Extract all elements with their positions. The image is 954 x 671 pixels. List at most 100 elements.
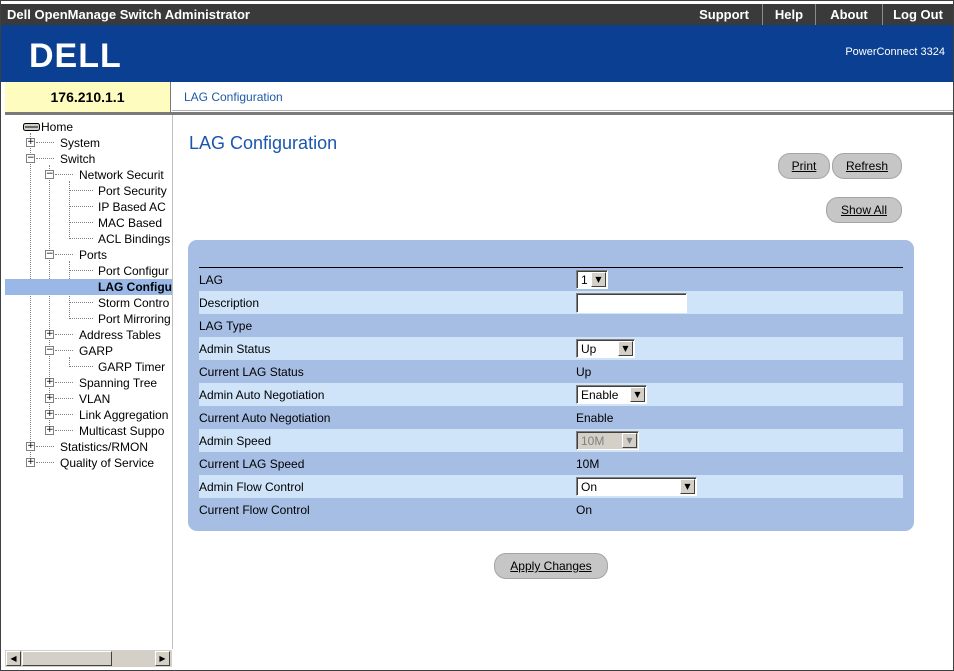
- title-bar: Dell OpenManage Switch Administrator Sup…: [1, 4, 953, 25]
- plus-box-icon[interactable]: +: [26, 442, 35, 451]
- apply-changes-button[interactable]: Apply Changes: [494, 553, 608, 579]
- admin-status-select[interactable]: Up ▼: [576, 339, 635, 358]
- plus-box-icon[interactable]: +: [45, 394, 54, 403]
- tree-branch: [69, 366, 93, 367]
- row-current-lag-status: Current LAG Status Up: [199, 360, 903, 383]
- plus-box-icon[interactable]: +: [26, 458, 35, 467]
- plus-box-icon[interactable]: +: [45, 378, 54, 387]
- show-all-button[interactable]: Show All: [826, 197, 902, 223]
- tree-item-port-security[interactable]: Port Security: [98, 183, 167, 199]
- tree-branch: [55, 334, 73, 335]
- tree-branch: [55, 414, 73, 415]
- logout-link[interactable]: Log Out: [882, 4, 953, 25]
- current-flow-control-label: Current Flow Control: [199, 503, 310, 517]
- triangle-left-icon[interactable]: ◀: [6, 651, 21, 666]
- minus-box-icon[interactable]: −: [45, 346, 54, 355]
- triangle-right-icon[interactable]: ▶: [155, 651, 170, 666]
- current-lag-speed-value: 10M: [576, 457, 600, 471]
- tree-item-system[interactable]: System: [60, 135, 100, 151]
- minus-box-icon[interactable]: −: [45, 170, 54, 179]
- plus-box-icon[interactable]: +: [45, 426, 54, 435]
- tree-item-ip-based-acl[interactable]: IP Based AC: [98, 199, 166, 215]
- print-button[interactable]: Print: [778, 153, 830, 179]
- help-link[interactable]: Help: [762, 4, 815, 25]
- tree-guide-line: [30, 133, 31, 463]
- tree-branch: [55, 398, 73, 399]
- navigation-tree: Home + System − Switch − Network Securit…: [5, 115, 173, 649]
- description-label: Description: [199, 296, 260, 310]
- top-nav: Support Help About Log Out: [686, 4, 953, 25]
- tree-branch: [55, 430, 73, 431]
- admin-flow-control-select[interactable]: On ▼: [576, 477, 697, 496]
- tree-item-mac-based[interactable]: MAC Based: [98, 215, 162, 231]
- row-current-flow-control: Current Flow Control On: [199, 498, 903, 521]
- triangle-down-icon[interactable]: ▼: [630, 387, 645, 402]
- tree-branch: [55, 174, 73, 175]
- lag-select[interactable]: 1 ▼: [576, 270, 608, 289]
- tree-item-lag-configuration[interactable]: LAG Configu: [5, 279, 172, 295]
- plus-box-icon[interactable]: +: [45, 410, 54, 419]
- app-window: Dell OpenManage Switch Administrator Sup…: [0, 0, 954, 671]
- current-lag-status-value: Up: [576, 365, 592, 379]
- row-lag: LAG 1 ▼: [199, 268, 903, 291]
- row-admin-flow-control: Admin Flow Control On ▼: [199, 475, 903, 498]
- main-content: LAG Configuration Print Refresh Show All…: [173, 115, 953, 670]
- current-lag-speed-label: Current LAG Speed: [199, 457, 305, 471]
- current-auto-negotiation-label: Current Auto Negotiation: [199, 411, 331, 425]
- tree-item-address-tables[interactable]: Address Tables: [79, 327, 161, 343]
- tree-item-spanning-tree[interactable]: Spanning Tree: [79, 375, 157, 391]
- tree-item-port-mirroring[interactable]: Port Mirroring: [98, 311, 171, 327]
- tree-item-vlan[interactable]: VLAN: [79, 391, 110, 407]
- tree-item-acl-bindings[interactable]: ACL Bindings: [98, 231, 170, 247]
- row-lag-type: LAG Type: [199, 314, 903, 337]
- triangle-down-icon[interactable]: ▼: [591, 272, 606, 287]
- admin-auto-negotiation-select[interactable]: Enable ▼: [576, 385, 647, 404]
- tree-item-home[interactable]: Home: [41, 119, 73, 135]
- admin-speed-select: 10M ▼: [576, 431, 639, 450]
- tree-item-link-aggregation[interactable]: Link Aggregation: [79, 407, 168, 423]
- tree-item-garp[interactable]: GARP: [79, 343, 113, 359]
- tree-horizontal-scrollbar[interactable]: ◀ ▶: [5, 649, 172, 667]
- minus-box-icon[interactable]: −: [26, 154, 35, 163]
- tree-item-garp-timers[interactable]: GARP Timer: [98, 359, 165, 375]
- tree-item-ports[interactable]: Ports: [79, 247, 107, 263]
- support-link[interactable]: Support: [686, 4, 762, 25]
- about-link[interactable]: About: [815, 4, 882, 25]
- scrollbar-thumb[interactable]: [22, 651, 112, 666]
- row-current-lag-speed: Current LAG Speed 10M: [199, 452, 903, 475]
- row-admin-auto-negotiation: Admin Auto Negotiation Enable ▼: [199, 383, 903, 406]
- logo-text: DELL: [29, 39, 122, 71]
- plus-box-icon[interactable]: +: [26, 138, 35, 147]
- current-flow-control-value: On: [576, 503, 593, 517]
- row-admin-speed: Admin Speed 10M ▼: [199, 429, 903, 452]
- description-input[interactable]: [576, 293, 687, 313]
- tree-item-network-security[interactable]: Network Securit: [79, 167, 164, 183]
- refresh-button[interactable]: Refresh: [832, 153, 902, 179]
- tree-branch: [36, 446, 54, 447]
- admin-status-select-value: Up: [581, 342, 597, 356]
- breadcrumb: LAG Configuration: [184, 90, 283, 104]
- plus-box-icon[interactable]: +: [45, 330, 54, 339]
- tree-branch: [69, 206, 93, 207]
- lag-label: LAG: [199, 273, 224, 287]
- tree-branch: [36, 142, 54, 143]
- triangle-down-icon: ▼: [622, 433, 637, 448]
- brand-bar: DELL PowerConnect 3324: [1, 25, 953, 82]
- tree-item-storm-control[interactable]: Storm Contro: [98, 295, 169, 311]
- triangle-down-icon[interactable]: ▼: [618, 341, 633, 356]
- minus-box-icon[interactable]: −: [45, 250, 54, 259]
- row-description: Description: [199, 291, 903, 314]
- tree-item-statistics-rmon[interactable]: Statistics/RMON: [60, 439, 148, 455]
- triangle-down-icon[interactable]: ▼: [680, 479, 695, 494]
- product-name: PowerConnect 3324: [845, 46, 945, 58]
- tree-item-multicast-support[interactable]: Multicast Suppo: [79, 423, 164, 439]
- admin-speed-label: Admin Speed: [199, 434, 272, 448]
- lag-select-value: 1: [581, 273, 588, 287]
- breadcrumb-bar: LAG Configuration: [172, 82, 953, 111]
- tree-item-switch[interactable]: Switch: [60, 151, 95, 167]
- tree-branch: [69, 238, 93, 239]
- tree-item-quality-of-service[interactable]: Quality of Service: [60, 455, 154, 471]
- tree-item-port-configuration[interactable]: Port Configur: [98, 263, 169, 279]
- app-title: Dell OpenManage Switch Administrator: [7, 7, 250, 22]
- tree-branch: [55, 350, 73, 351]
